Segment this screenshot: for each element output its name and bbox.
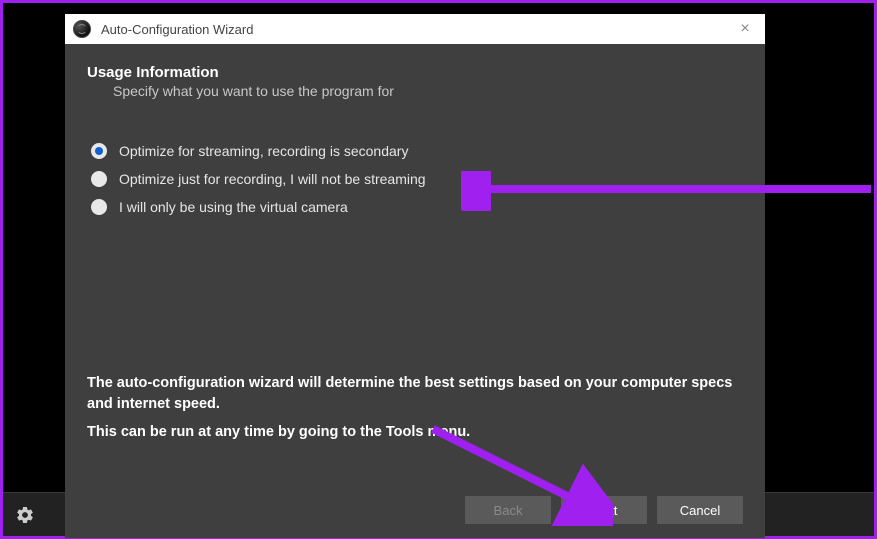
- info-line-2: This can be run at any time by going to …: [87, 424, 743, 440]
- usage-radio-group: Optimize for streaming, recording is sec…: [91, 143, 743, 227]
- back-button: Back: [465, 496, 551, 524]
- obs-logo-icon: [73, 20, 91, 38]
- section-subtitle: Specify what you want to use the program…: [113, 83, 743, 99]
- wizard-button-row: Back Next Cancel: [87, 496, 743, 524]
- section-title: Usage Information: [87, 64, 743, 81]
- close-button[interactable]: ×: [733, 20, 757, 38]
- window-title: Auto-Configuration Wizard: [101, 22, 733, 37]
- next-button[interactable]: Next: [561, 496, 647, 524]
- gear-icon: [15, 505, 35, 525]
- dialog-titlebar: Auto-Configuration Wizard ×: [65, 14, 765, 44]
- radio-icon: [91, 143, 107, 159]
- cancel-button[interactable]: Cancel: [657, 496, 743, 524]
- option-streaming[interactable]: Optimize for streaming, recording is sec…: [91, 143, 743, 159]
- settings-button[interactable]: [9, 499, 41, 531]
- option-virtual-camera[interactable]: I will only be using the virtual camera: [91, 199, 743, 215]
- radio-label: Optimize for streaming, recording is sec…: [119, 143, 408, 159]
- radio-label: I will only be using the virtual camera: [119, 199, 348, 215]
- wizard-body: Usage Information Specify what you want …: [65, 44, 765, 538]
- radio-icon: [91, 171, 107, 187]
- info-line-1: The auto-configuration wizard will deter…: [87, 373, 743, 417]
- radio-label: Optimize just for recording, I will not …: [119, 171, 426, 187]
- option-recording[interactable]: Optimize just for recording, I will not …: [91, 171, 743, 187]
- radio-icon: [91, 199, 107, 215]
